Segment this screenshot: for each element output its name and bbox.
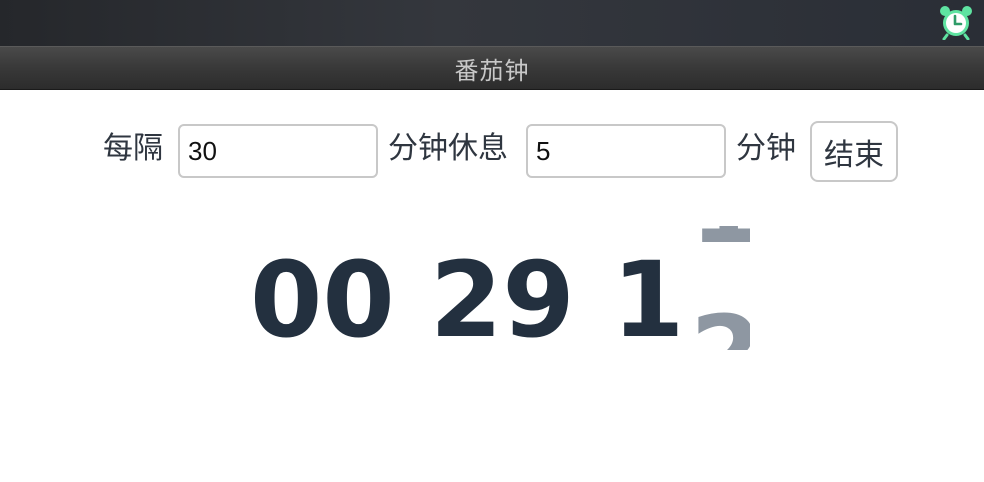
timer-hours: 00 [250, 239, 395, 361]
system-status-bar [0, 0, 984, 46]
end-button[interactable]: 结束 [810, 121, 898, 182]
timer-minutes: 29 [430, 239, 575, 361]
timer-seconds-ones-flip: 1 2 [690, 226, 750, 350]
app-title-bar: 番茄钟 [0, 46, 984, 90]
work-minutes-input[interactable] [178, 124, 378, 178]
minutes-rest-label: 分钟休息 [388, 131, 508, 166]
timer-seconds-tens: 1 [612, 239, 685, 361]
rest-minutes-input[interactable] [526, 124, 726, 178]
every-label: 每隔 [103, 131, 163, 166]
countdown-display: 00 29 1 1 2 [0, 226, 984, 352]
timer-seconds-ones-outgoing: 1 [690, 226, 750, 258]
app-title: 番茄钟 [454, 56, 530, 85]
minutes-label: 分钟 [736, 131, 796, 166]
alarm-clock-icon[interactable] [938, 4, 974, 40]
timer-seconds-ones-incoming: 2 [690, 302, 750, 350]
interval-settings: 每隔 分钟休息 分钟 结束 [0, 121, 984, 182]
